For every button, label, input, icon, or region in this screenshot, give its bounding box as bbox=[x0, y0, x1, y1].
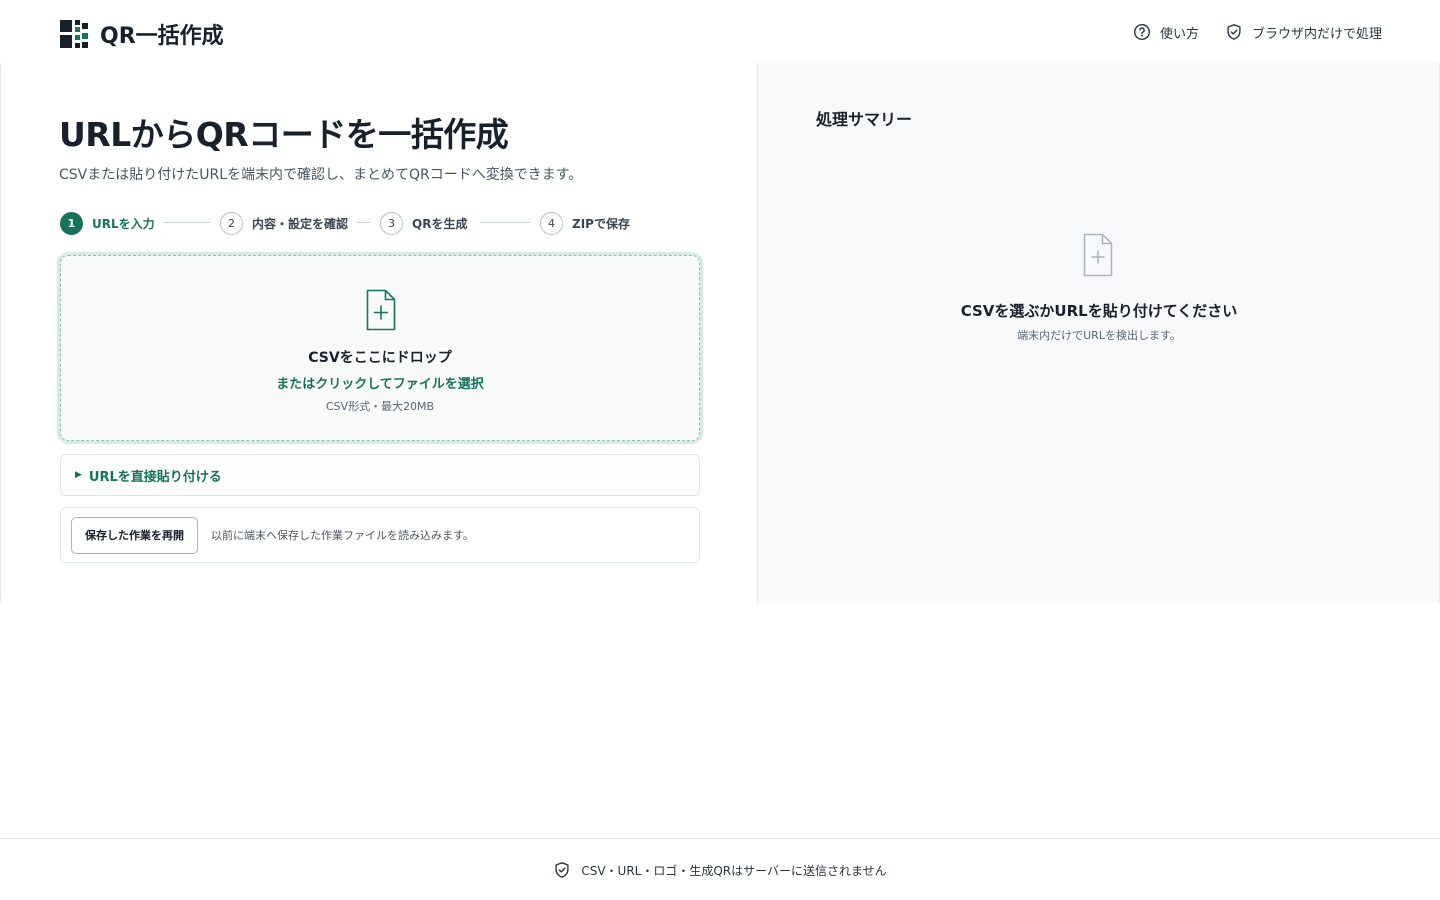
dropzone-title: CSVをここにドロップ bbox=[308, 350, 452, 366]
empty-state-subtitle: 端末内だけでURLを検出します。 bbox=[1017, 329, 1181, 342]
header-actions: 使い方 ブラウザ内だけで処理 bbox=[1107, 21, 1382, 43]
footer-privacy-note: CSV・URL・ロゴ・生成QRはサーバーに送信されません bbox=[553, 861, 887, 879]
brand[interactable]: QR一括作成 bbox=[60, 18, 224, 50]
shield-check-icon bbox=[1227, 24, 1241, 40]
step-number: 1 bbox=[60, 211, 83, 235]
footer-text: CSV・URL・ロゴ・生成QRはサーバーに送信されません bbox=[581, 863, 887, 878]
resume-section: 保存した作業を再開 以前に端末へ保存した作業ファイルを読み込みます。 bbox=[60, 507, 700, 563]
help-label: 使い方 bbox=[1159, 26, 1199, 42]
help-icon bbox=[1133, 23, 1150, 41]
qr-logo-icon bbox=[60, 20, 88, 48]
app-title: QR一括作成 bbox=[100, 24, 224, 49]
page-title: URLからQRコードを一括作成 bbox=[59, 115, 509, 154]
shield-check-icon bbox=[555, 862, 569, 878]
csv-dropzone[interactable]: CSVをここにドロップ またはクリックしてファイルを選択 CSV形式・最大20M… bbox=[60, 255, 700, 441]
step-number: 3 bbox=[380, 211, 403, 235]
step-1: 1 URLを入力 bbox=[60, 211, 155, 235]
empty-state-title: CSVを選ぶかURLを貼り付けてください bbox=[960, 302, 1238, 320]
expand-arrow-icon: ▶ bbox=[75, 470, 82, 480]
footer: CSV・URL・ロゴ・生成QRはサーバーに送信されません bbox=[0, 838, 1440, 900]
step-2: 2 内容・設定を確認 bbox=[220, 211, 348, 235]
input-panel: URLからQRコードを一括作成 CSVまたは貼り付けたURLを端末内で確認し、ま… bbox=[0, 63, 758, 603]
step-4: 4 ZIPで保存 bbox=[540, 211, 630, 235]
page-subtitle: CSVまたは貼り付けたURLを端末内で確認し、まとめてQRコードへ変換できます。 bbox=[59, 167, 583, 183]
step-label: ZIPで保存 bbox=[572, 216, 630, 231]
main-area: URLからQRコードを一括作成 CSVまたは貼り付けたURLを端末内で確認し、ま… bbox=[0, 63, 1440, 603]
help-link[interactable]: 使い方 bbox=[1133, 21, 1199, 43]
step-connector bbox=[164, 222, 210, 223]
app-header: QR一括作成 使い方 ブラウザ内だけで処理 bbox=[0, 0, 1440, 64]
step-connector bbox=[357, 222, 370, 223]
stepper: 1 URLを入力 2 内容・設定を確認 3 QRを生成 4 ZIPで保存 bbox=[60, 211, 700, 235]
step-label: QRを生成 bbox=[412, 216, 468, 231]
select-file-link[interactable]: またはクリックしてファイルを選択 bbox=[61, 373, 699, 392]
step-number: 2 bbox=[220, 211, 243, 235]
privacy-link[interactable]: ブラウザ内だけで処理 bbox=[1225, 21, 1382, 43]
summary-title: 処理サマリー bbox=[816, 110, 913, 129]
step-number: 4 bbox=[540, 211, 563, 235]
resume-work-button[interactable]: 保存した作業を再開 bbox=[71, 516, 198, 554]
paste-urls-label: URLを直接貼り付ける bbox=[88, 469, 222, 485]
step-label: 内容・設定を確認 bbox=[252, 216, 349, 231]
summary-panel: 処理サマリー CSVを選ぶかURLを貼り付けてください 端末内だけでURLを検出… bbox=[758, 63, 1440, 603]
dropzone-note: CSV形式・最大20MB bbox=[325, 400, 435, 413]
empty-file-icon bbox=[1083, 233, 1113, 277]
step-label: URLを入力 bbox=[92, 216, 155, 231]
paste-urls-toggle[interactable]: ▶ URLを直接貼り付ける bbox=[60, 454, 700, 496]
step-3: 3 QRを生成 bbox=[380, 211, 467, 235]
resume-description: 以前に端末へ保存した作業ファイルを読み込みます。 bbox=[211, 529, 474, 542]
step-connector bbox=[480, 222, 530, 223]
privacy-label: ブラウザ内だけで処理 bbox=[1251, 26, 1382, 42]
file-add-icon bbox=[366, 289, 396, 331]
